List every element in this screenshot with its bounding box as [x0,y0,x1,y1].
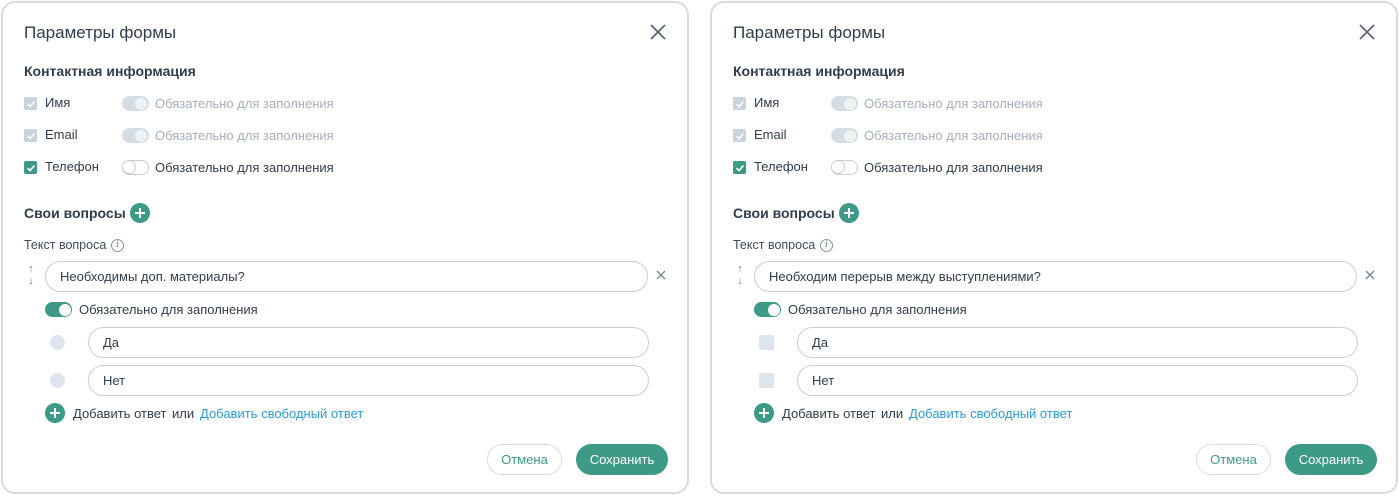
phone-required-label: Обязательно для заполнения [155,160,334,175]
answer-checkbox [759,373,774,388]
answer-row: Да [754,327,1358,358]
email-required-toggle [831,128,858,143]
phone-required-toggle[interactable] [831,159,858,175]
question-required-label: Обязательно для заполнения [79,302,258,317]
question-text-input[interactable]: Необходимы доп. материалы? [45,261,648,292]
name-label: Имя [754,95,780,110]
answer-checkbox [759,335,774,350]
phone-checkbox[interactable] [733,161,746,174]
answer-input[interactable]: Нет [88,365,649,396]
info-icon[interactable]: i [820,239,833,252]
email-required-label: Обязательно для заполнения [155,128,334,143]
dialog-title: Параметры формы [733,23,886,42]
form-settings-dialog-1: Параметры формы Контактная информация Им… [1,1,689,494]
name-label: Имя [45,95,71,110]
name-required-toggle [831,96,858,111]
phone-label: Телефон [45,159,99,174]
dialog-title: Параметры формы [24,23,177,42]
own-questions-title: Свои вопросы [24,205,126,221]
answer-radio [50,335,65,350]
add-answer-row: Добавить ответ или Добавить свободный от… [45,403,445,423]
answer-row: Нет [45,365,649,396]
form-settings-dialog-2: Параметры формы Контактная информация Им… [710,1,1398,494]
add-answer-plus-icon[interactable] [754,403,774,423]
cancel-button[interactable]: Отмена [487,444,562,475]
reorder-arrows-icon[interactable]: ↑ ↓ [734,263,746,289]
question-text-label: Текст вопроса [24,238,107,252]
email-checkbox [733,129,746,142]
name-required-toggle [122,96,149,111]
question-required-toggle[interactable] [45,302,72,317]
cancel-button[interactable]: Отмена [1196,444,1271,475]
add-answer-link[interactable]: Добавить ответ [73,406,166,421]
name-checkbox [733,97,746,110]
answer-row: Нет [754,365,1358,396]
add-answer-plus-icon[interactable] [45,403,65,423]
name-checkbox [24,97,37,110]
phone-required-toggle[interactable] [122,159,149,175]
answer-radio [50,373,65,388]
close-icon[interactable] [1356,21,1378,43]
remove-question-icon[interactable] [1364,269,1376,281]
add-question-plus-icon[interactable] [839,203,859,223]
contacts-section-title: Контактная информация [733,63,905,79]
name-required-label: Обязательно для заполнения [155,96,334,111]
add-free-answer-link[interactable]: Добавить свободный ответ [200,406,363,421]
own-questions-title: Свои вопросы [733,205,835,221]
reorder-arrows-icon[interactable]: ↑ ↓ [25,263,37,289]
question-required-row: Обязательно для заполнения [45,300,345,320]
save-button[interactable]: Сохранить [1285,444,1377,475]
add-question-plus-icon[interactable] [130,203,150,223]
email-label: Email [45,127,78,142]
question-text-label: Текст вопроса [733,238,816,252]
answer-input[interactable]: Да [88,327,649,358]
phone-label: Телефон [754,159,808,174]
contact-row-name: Имя Обязательно для заполнения [24,94,624,114]
email-required-label: Обязательно для заполнения [864,128,1043,143]
contacts-section-title: Контактная информация [24,63,196,79]
phone-checkbox[interactable] [24,161,37,174]
email-checkbox [24,129,37,142]
question-text-input[interactable]: Необходим перерыв между выступлениями? [754,261,1357,292]
question-required-label: Обязательно для заполнения [788,302,967,317]
email-required-toggle [122,128,149,143]
close-icon[interactable] [647,21,669,43]
answer-input[interactable]: Да [797,327,1358,358]
answer-input[interactable]: Нет [797,365,1358,396]
contact-row-email: Email Обязательно для заполнения [733,126,1333,146]
or-text: или [881,406,904,421]
add-free-answer-link[interactable]: Добавить свободный ответ [909,406,1072,421]
info-icon[interactable]: i [111,239,124,252]
contact-row-name: Имя Обязательно для заполнения [733,94,1333,114]
phone-required-label: Обязательно для заполнения [864,160,1043,175]
add-answer-row: Добавить ответ или Добавить свободный от… [754,403,1154,423]
email-label: Email [754,127,787,142]
contact-row-phone: Телефон Обязательно для заполнения [24,158,624,178]
name-required-label: Обязательно для заполнения [864,96,1043,111]
question-required-row: Обязательно для заполнения [754,300,1054,320]
or-text: или [172,406,195,421]
question-required-toggle[interactable] [754,302,781,317]
contact-row-phone: Телефон Обязательно для заполнения [733,158,1333,178]
remove-question-icon[interactable] [655,269,667,281]
save-button[interactable]: Сохранить [576,444,668,475]
own-questions-header: Свои вопросы [733,202,933,224]
add-answer-link[interactable]: Добавить ответ [782,406,875,421]
answer-row: Да [45,327,649,358]
contact-row-email: Email Обязательно для заполнения [24,126,624,146]
own-questions-header: Свои вопросы [24,202,224,224]
